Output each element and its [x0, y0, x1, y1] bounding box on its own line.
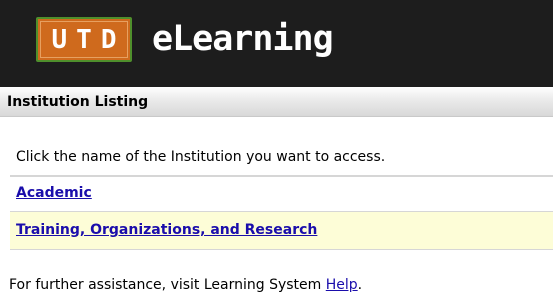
- instruction-text: Click the name of the Institution you wa…: [16, 149, 386, 165]
- institution-link-academic[interactable]: Academic: [16, 185, 92, 201]
- utd-logo: UTD: [36, 17, 132, 62]
- brand-title: eLearning: [152, 19, 334, 59]
- logo-text: UTD: [51, 24, 126, 55]
- help-link[interactable]: Help: [326, 277, 358, 293]
- footer-period: .: [357, 277, 363, 293]
- header-banner: UTD eLearning: [0, 0, 553, 87]
- footer-help-text: For further assistance, visit Learning S…: [9, 277, 362, 293]
- institution-row-academic: Academic: [10, 176, 553, 212]
- section-header: Institution Listing: [0, 87, 553, 117]
- section-title: Institution Listing: [7, 94, 149, 110]
- institution-row-training: Training, Organizations, and Research: [10, 212, 553, 250]
- instruction-row: Click the name of the Institution you wa…: [10, 140, 553, 176]
- institution-link-training[interactable]: Training, Organizations, and Research: [16, 222, 317, 238]
- footer-text: For further assistance, visit Learning S…: [9, 277, 326, 293]
